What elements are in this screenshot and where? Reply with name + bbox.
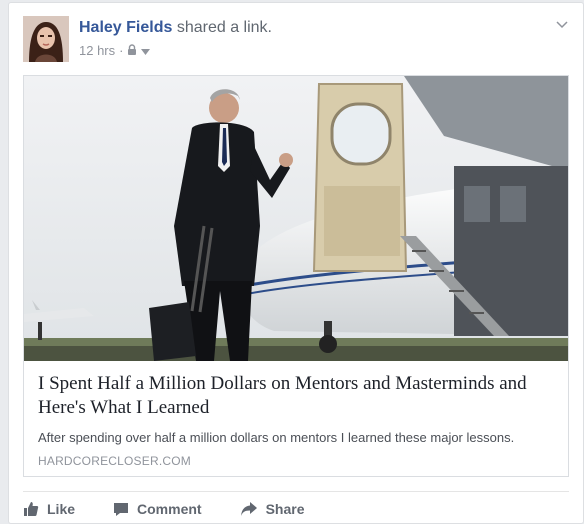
thumbs-up-icon [23, 501, 39, 517]
action-divider [23, 491, 569, 492]
post-timestamp[interactable]: 12 hrs [79, 43, 115, 58]
post-action-bar: Like Comment Share [23, 501, 343, 517]
author-name[interactable]: Haley Fields [79, 19, 172, 36]
link-attachment[interactable]: I Spent Half a Million Dollars on Mentor… [23, 75, 569, 477]
meta-separator: · [119, 43, 124, 58]
post-action-text: shared a link. [176, 19, 272, 36]
avatar[interactable] [23, 16, 69, 62]
share-arrow-icon [240, 501, 258, 517]
businessman-boarding-jet-image[interactable] [24, 76, 568, 361]
link-description: After spending over half a million dolla… [38, 430, 515, 445]
link-title[interactable]: I Spent Half a Million Dollars on Mentor… [38, 372, 558, 420]
share-label: Share [265, 501, 305, 517]
privacy-dropdown-icon[interactable] [141, 43, 151, 58]
comment-label: Comment [137, 501, 202, 517]
feed-post-card: Haley Fields shared a link. 12 hrs · I S… [8, 2, 584, 524]
lock-icon[interactable] [127, 43, 137, 58]
comment-button[interactable]: Comment [113, 501, 202, 517]
comment-icon [113, 501, 129, 517]
post-header: Haley Fields shared a link. [79, 19, 272, 37]
like-label: Like [47, 501, 76, 517]
post-meta: 12 hrs · [79, 43, 151, 58]
like-button[interactable]: Like [23, 501, 75, 517]
share-button[interactable]: Share [240, 501, 305, 517]
chevron-down-icon[interactable] [555, 17, 569, 31]
link-domain: HARDCORECLOSER.COM [38, 454, 191, 468]
